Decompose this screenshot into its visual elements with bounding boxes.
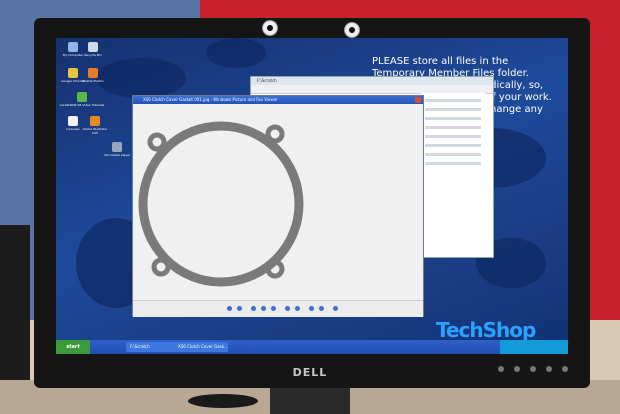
file-list-item[interactable] bbox=[425, 117, 481, 120]
rotate-clockwise-button[interactable] bbox=[309, 306, 314, 311]
recycle-bin-icon bbox=[88, 42, 98, 52]
file-list-item[interactable] bbox=[425, 144, 481, 147]
googly-eye-right bbox=[344, 22, 360, 38]
gasket-image bbox=[138, 121, 304, 287]
file-list-item[interactable] bbox=[425, 99, 481, 102]
desktop-icon-coreldraw-tutorials[interactable]: CorelDRAW X6 Video Tutorials bbox=[58, 92, 106, 107]
zoom-out-button[interactable] bbox=[295, 306, 300, 311]
monitor-base bbox=[188, 394, 258, 408]
rotate-counterclockwise-button[interactable] bbox=[319, 306, 324, 311]
close-icon[interactable] bbox=[415, 97, 421, 103]
system-tray[interactable] bbox=[500, 340, 568, 354]
gasket-ring bbox=[138, 121, 304, 287]
desktop-icon-label: VLC media player bbox=[103, 153, 131, 157]
wallpaper-blob bbox=[206, 38, 266, 68]
taskbar-item-explorer[interactable]: F:\Scratch bbox=[126, 342, 176, 352]
wallpaper-blob bbox=[96, 58, 186, 98]
desktop-icon-firefox[interactable]: Mozilla Firefox bbox=[78, 68, 108, 83]
monitor-button[interactable] bbox=[546, 366, 552, 372]
slideshow-button[interactable] bbox=[271, 306, 276, 311]
gasket-bolt-hole bbox=[265, 259, 285, 279]
image-canvas bbox=[133, 104, 423, 300]
inkscape-icon bbox=[68, 116, 78, 126]
chrome-icon bbox=[68, 68, 78, 78]
illustrator-icon bbox=[90, 116, 100, 126]
picture-viewer-window[interactable]: XS6 Clutch Cover Gasket 001.jpg - Window… bbox=[132, 95, 424, 317]
googly-eye-left bbox=[262, 20, 278, 36]
monitor-button[interactable] bbox=[530, 366, 536, 372]
delete-button[interactable] bbox=[333, 306, 338, 311]
taskbar: start F:\Scratch XS6 Clutch Cover Gask..… bbox=[56, 340, 568, 354]
monitor-stand bbox=[270, 386, 350, 414]
desktop-icon-illustrator[interactable]: Adobe Illustrator CS5 bbox=[80, 116, 110, 135]
power-button[interactable] bbox=[562, 366, 568, 372]
logo-wordmark: TechShop bbox=[436, 318, 536, 342]
monitor-button[interactable] bbox=[498, 366, 504, 372]
notice-line: PLEASE store all files in the bbox=[372, 56, 509, 67]
file-list-item[interactable] bbox=[425, 162, 481, 165]
desktop-icon-label: Mozilla Firefox bbox=[82, 79, 104, 83]
gasket-bolt-hole bbox=[147, 132, 167, 152]
coreldraw-icon bbox=[77, 92, 87, 102]
monitor-screen: My Computer Recycle Bin Google Chrome Mo… bbox=[56, 38, 568, 354]
desktop-icon-label: Recycle Bin bbox=[84, 53, 102, 57]
previous-image-button[interactable] bbox=[227, 306, 232, 311]
desktop-icon-vlc[interactable]: VLC media player bbox=[102, 142, 132, 157]
viewer-toolbar bbox=[133, 300, 423, 317]
file-list-item[interactable] bbox=[425, 126, 481, 129]
taskbar-item-viewer[interactable]: XS6 Clutch Cover Gask... bbox=[174, 342, 228, 352]
gasket-bolt-hole bbox=[151, 257, 171, 277]
file-list-item[interactable] bbox=[425, 108, 481, 111]
firefox-icon bbox=[88, 68, 98, 78]
explorer-title[interactable]: F:\Scratch bbox=[251, 77, 493, 85]
vlc-icon bbox=[112, 142, 122, 152]
gasket-bolt-hole bbox=[265, 124, 285, 144]
file-list-item[interactable] bbox=[425, 153, 481, 156]
actual-size-button[interactable] bbox=[261, 306, 266, 311]
monitor-button[interactable] bbox=[514, 366, 520, 372]
file-list-item[interactable] bbox=[425, 135, 481, 138]
zoom-in-button[interactable] bbox=[285, 306, 290, 311]
desktop-icon-label: Adobe Illustrator CS5 bbox=[82, 127, 108, 135]
start-button[interactable]: start bbox=[56, 340, 90, 354]
computer-icon bbox=[68, 42, 78, 52]
next-image-button[interactable] bbox=[237, 306, 242, 311]
desktop-icon-recycle-bin[interactable]: Recycle Bin bbox=[78, 42, 108, 57]
desktop-icon-label: Inkscape bbox=[66, 127, 80, 131]
desktop-icon-label: CorelDRAW X6 Video Tutorials bbox=[59, 103, 105, 107]
best-fit-button[interactable] bbox=[251, 306, 256, 311]
explorer-file-list[interactable] bbox=[421, 93, 485, 253]
monitor-brand-logo: DELL bbox=[292, 366, 328, 379]
viewer-title[interactable]: XS6 Clutch Cover Gasket 001.jpg - Window… bbox=[133, 96, 423, 104]
